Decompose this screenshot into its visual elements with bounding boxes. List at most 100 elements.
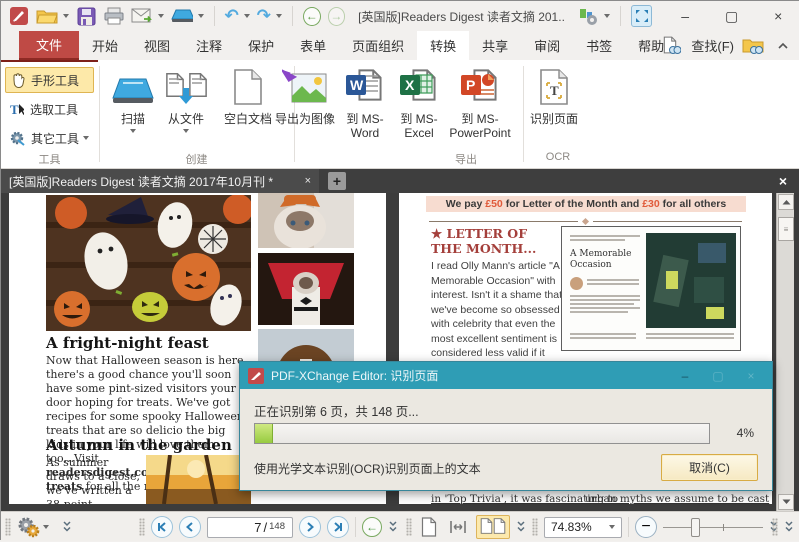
preview-portrait xyxy=(570,277,583,290)
last-page-button[interactable] xyxy=(327,516,349,538)
letter-of-month-heading: ★ LETTER OFTHE MONTH... xyxy=(431,226,536,256)
zoom-out-button[interactable]: − xyxy=(635,516,657,538)
toolbar-grip[interactable] xyxy=(5,518,11,536)
tab-protect[interactable]: 保护 xyxy=(235,31,287,60)
to-excel-label-1: 到 MS- xyxy=(400,112,437,126)
history-back-button[interactable]: ← xyxy=(303,7,321,26)
find-icon[interactable] xyxy=(661,35,683,57)
redo-dropdown-caret[interactable] xyxy=(276,14,282,18)
tab-home[interactable]: 开始 xyxy=(79,31,131,60)
hand-icon xyxy=(11,72,25,88)
tab-form[interactable]: 表单 xyxy=(287,31,339,60)
svg-text:T: T xyxy=(10,102,19,117)
toolbar-grip[interactable] xyxy=(532,518,538,536)
previous-page-button[interactable] xyxy=(179,516,201,538)
document-tab[interactable]: [英国版]Readers Digest 读者文摘 2017年10月刊 * × xyxy=(1,169,319,193)
zoom-slider[interactable] xyxy=(663,527,763,528)
email-icon[interactable] xyxy=(131,5,153,27)
two-page-view-icon[interactable] xyxy=(476,515,510,539)
ocr-pages-button[interactable]: T 识别页面 xyxy=(518,66,590,126)
expand-view-icon[interactable] xyxy=(516,521,526,533)
expand-nav-icon[interactable] xyxy=(388,521,398,533)
preview-article-title: A Memorable Occasion xyxy=(570,249,642,271)
status-options-caret[interactable] xyxy=(43,525,49,529)
group-label-ocr: OCR xyxy=(523,151,593,163)
page-number-input[interactable]: 7 / 148 xyxy=(207,517,293,538)
save-icon[interactable] xyxy=(76,5,96,27)
scroll-down-icon[interactable] xyxy=(778,494,794,510)
cropped-text-right: urban myths we assume to be cast xyxy=(585,493,769,504)
tab-file[interactable]: 文件 xyxy=(19,31,79,60)
document-scrollbar[interactable]: ≡ xyxy=(776,193,794,511)
tab-view[interactable]: 视图 xyxy=(131,31,183,60)
tab-convert[interactable]: 转换 xyxy=(417,31,469,60)
open-file-icon[interactable] xyxy=(36,5,58,27)
status-options-gears-icon[interactable] xyxy=(16,516,40,538)
select-tool-label: 选取工具 xyxy=(30,101,78,118)
search-folder-icon[interactable] xyxy=(742,35,764,57)
scanner-dropdown-caret[interactable] xyxy=(198,14,204,18)
to-excel-label-2: Excel xyxy=(404,126,433,140)
scroll-up-icon[interactable] xyxy=(778,194,794,210)
toolbar-grip[interactable] xyxy=(139,518,145,536)
tab-share[interactable]: 共享 xyxy=(469,31,521,60)
tab-bookmarks[interactable]: 书签 xyxy=(573,31,625,60)
minimize-button[interactable]: – xyxy=(671,4,699,28)
group-label-tools: 工具 xyxy=(1,151,98,167)
cancel-button[interactable]: 取消(C) xyxy=(661,454,758,481)
cat-costume-photo xyxy=(258,253,354,325)
scanner-icon[interactable] xyxy=(171,5,193,27)
close-button[interactable]: × xyxy=(764,4,792,28)
redo-icon[interactable]: ↷ xyxy=(257,6,271,26)
hand-tool-button[interactable]: 手形工具 xyxy=(5,67,94,93)
zoom-level-input[interactable]: 74.83% xyxy=(544,517,622,538)
ocr-progress-dialog: PDF-XChange Editor: 识别页面 – ▢ × 正在识别第 6 页… xyxy=(239,361,773,491)
dialog-title: PDF-XChange Editor: 识别页面 xyxy=(271,367,438,384)
customize-dropdown-caret[interactable] xyxy=(604,14,610,18)
dialog-close-button[interactable]: × xyxy=(738,366,764,386)
undo-dropdown-caret[interactable] xyxy=(244,14,250,18)
dialog-minimize-button[interactable]: – xyxy=(672,366,698,386)
tab-organize[interactable]: 页面组织 xyxy=(339,31,417,60)
to-word-label-2: Word xyxy=(351,126,379,140)
dialog-maximize-button[interactable]: ▢ xyxy=(705,366,731,386)
document-tab-close-icon[interactable]: × xyxy=(305,175,311,187)
expand-toolbar-icon[interactable] xyxy=(62,521,72,533)
to-powerpoint-label-1: 到 MS- xyxy=(461,112,498,126)
undo-icon[interactable]: ↶ xyxy=(225,6,239,26)
svg-text:P: P xyxy=(466,77,475,93)
to-powerpoint-button[interactable]: P 到 MS-PowerPoint xyxy=(441,66,519,140)
other-tools-button[interactable]: 其它工具 xyxy=(5,125,94,151)
collapse-ribbon-icon[interactable] xyxy=(772,35,794,57)
article-para-2: As summer draws to a close, we've writte… xyxy=(46,456,144,504)
previous-view-button[interactable]: ← xyxy=(362,517,382,537)
svg-text:X: X xyxy=(405,77,415,93)
maximize-button[interactable]: ▢ xyxy=(718,4,746,28)
tab-comment[interactable]: 注释 xyxy=(183,31,235,60)
fit-width-icon[interactable] xyxy=(446,515,470,539)
fullscreen-icon[interactable] xyxy=(631,5,652,27)
expand-more-icon[interactable] xyxy=(784,521,794,533)
select-tool-button[interactable]: T 选取工具 xyxy=(5,96,94,122)
single-page-view-icon[interactable] xyxy=(418,515,440,539)
toolbar-grip[interactable] xyxy=(772,518,778,536)
find-label[interactable]: 查找(F) xyxy=(691,36,734,55)
next-page-button[interactable] xyxy=(299,516,321,538)
scrollbar-thumb[interactable]: ≡ xyxy=(778,217,794,241)
customize-toolbars-icon[interactable] xyxy=(579,5,599,27)
print-icon[interactable] xyxy=(103,5,123,27)
email-dropdown-caret[interactable] xyxy=(158,14,164,18)
zoom-slider-handle[interactable] xyxy=(691,518,700,537)
new-tab-button[interactable]: + xyxy=(328,172,346,190)
history-forward-button[interactable]: → xyxy=(328,7,346,26)
tab-review[interactable]: 审阅 xyxy=(521,31,573,60)
document-tab-bar: [英国版]Readers Digest 读者文摘 2017年10月刊 * × +… xyxy=(1,169,799,193)
toolbar-grip[interactable] xyxy=(406,518,412,536)
open-dropdown-caret[interactable] xyxy=(63,14,69,18)
tab-bar-close-icon[interactable]: × xyxy=(774,172,792,190)
dialog-titlebar[interactable]: PDF-XChange Editor: 识别页面 – ▢ × xyxy=(240,362,772,389)
progress-percent: 4% xyxy=(737,426,754,440)
first-page-button[interactable] xyxy=(151,516,173,538)
zoom-dropdown-caret[interactable] xyxy=(609,525,615,529)
hand-tool-label: 手形工具 xyxy=(31,72,79,89)
